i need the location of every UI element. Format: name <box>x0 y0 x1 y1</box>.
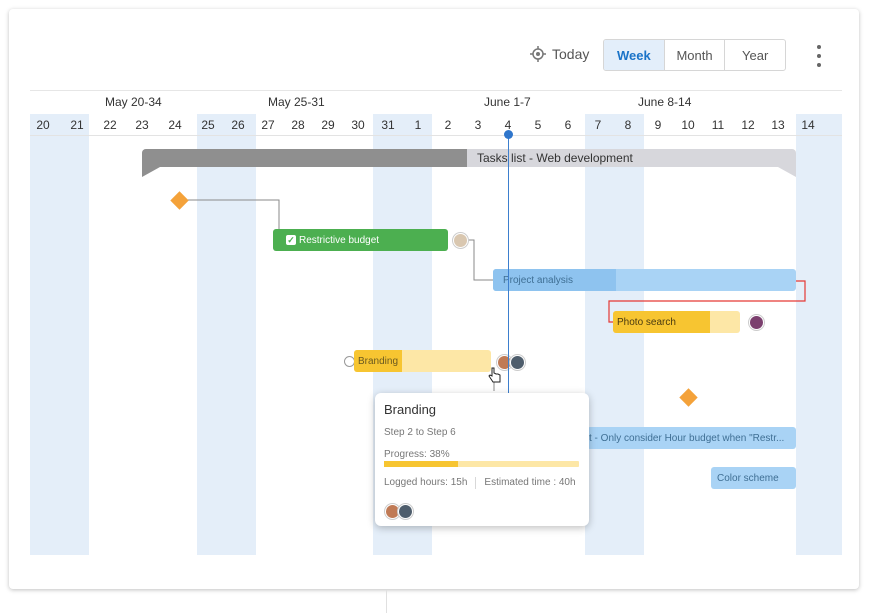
hand-cursor-icon <box>488 367 501 383</box>
task-bar-branding[interactable]: Branding <box>354 350 491 372</box>
tooltip-progress-label: Progress: 38% <box>384 449 450 460</box>
task-group-bar[interactable]: Tasks list - Web development <box>142 149 796 167</box>
task-bar-photo-search[interactable]: Photo search <box>613 311 740 333</box>
avatar <box>398 504 413 519</box>
task-label: Restrictive budget <box>299 234 380 246</box>
task-bar-project-analysis[interactable]: Project analysis <box>493 269 796 291</box>
task-label: Color scheme <box>717 472 779 484</box>
task-label: Project analysis <box>503 274 574 286</box>
avatar[interactable] <box>749 315 764 330</box>
task-tooltip: Branding Step 2 to Step 6 Progress: 38% … <box>375 393 589 526</box>
today-marker-line <box>508 135 509 393</box>
tooltip-hours: Logged hours: 15h Estimated time : 40h <box>384 477 576 489</box>
today-marker-dot <box>504 130 513 139</box>
task-label: t - Only consider Hour budget when "Rest… <box>589 432 785 444</box>
tooltip-steps: Step 2 to Step 6 <box>384 427 456 438</box>
group-bar-ends <box>142 167 796 177</box>
group-progress <box>142 149 467 167</box>
tooltip-logged-hours: Logged hours: 15h <box>384 477 468 488</box>
tooltip-progress-track <box>384 461 579 467</box>
tooltip-estimated-time: Estimated time : 40h <box>484 477 576 488</box>
divider-line <box>386 590 387 613</box>
avatar[interactable] <box>510 355 525 370</box>
task-bar-restrictive-budget[interactable]: ✓ Restrictive budget <box>273 229 448 251</box>
tooltip-title: Branding <box>384 402 437 417</box>
group-label: Tasks list - Web development <box>477 151 633 165</box>
tooltip-progress-fill <box>384 461 459 467</box>
task-bar-color-scheme[interactable]: Color scheme <box>711 467 796 489</box>
gantt-card: Today Week Month Year May 20-34 May 25-3… <box>9 9 859 589</box>
avatar[interactable] <box>453 233 468 248</box>
task-label: Branding <box>358 355 399 367</box>
task-label: Photo search <box>617 316 676 328</box>
task-bar-hour-budget[interactable]: t - Only consider Hour budget when "Rest… <box>587 427 796 449</box>
